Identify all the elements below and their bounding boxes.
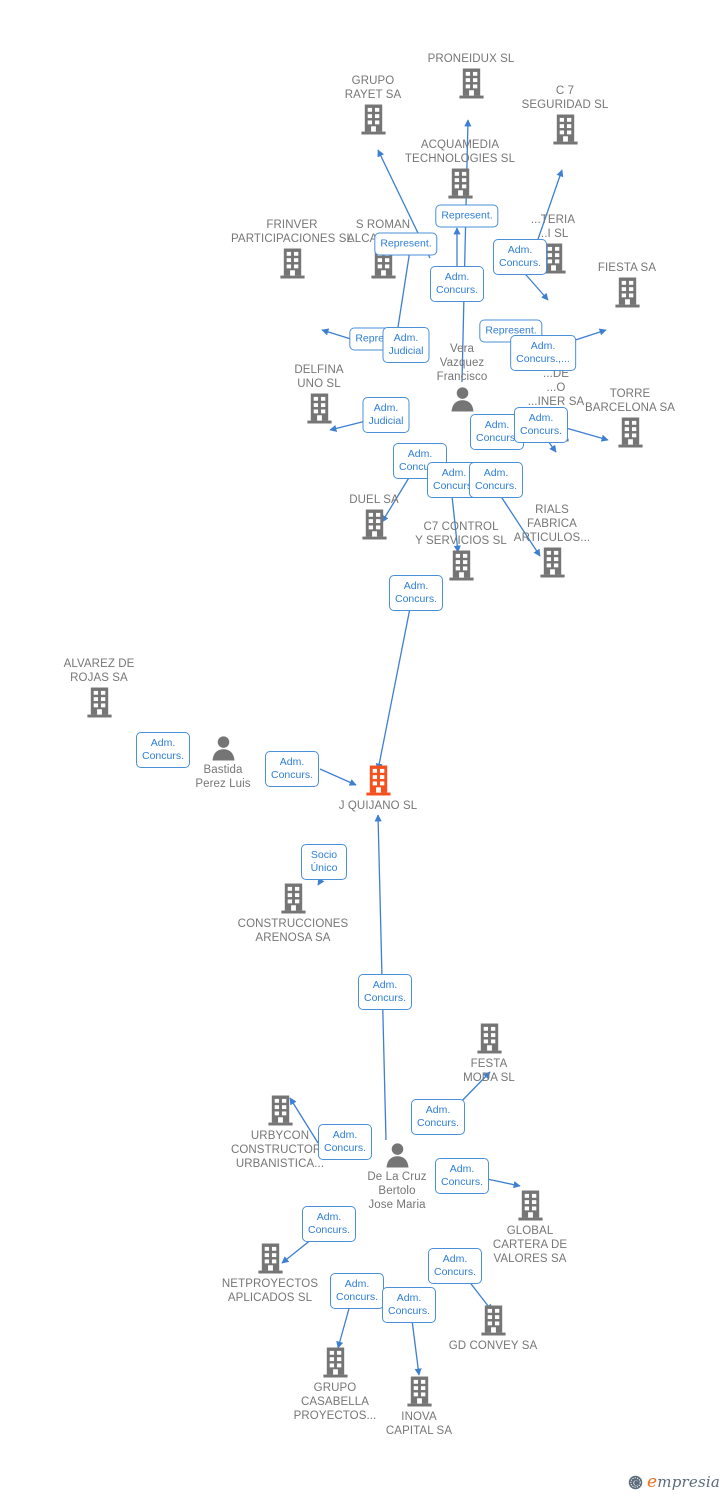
node-label: FIESTA SA <box>597 262 657 274</box>
relation-label-chip[interactable]: Adm. Concurs. <box>301 1206 357 1242</box>
relation-label-chip[interactable]: Adm. Concurs. <box>357 974 413 1010</box>
building-icon <box>218 882 368 915</box>
company-node[interactable]: RIALS FABRICA ARTICULOS... <box>477 503 627 579</box>
building-icon <box>298 103 448 136</box>
relationship-edge <box>375 597 413 771</box>
relation-label-chip[interactable]: Adm. Concurs.,... <box>510 335 576 371</box>
relation-label-chip[interactable]: Adm. Concurs. <box>329 1273 385 1309</box>
node-label: INOVA CAPITAL SA <box>385 1411 453 1437</box>
empresia-watermark: C empresia <box>628 1472 720 1492</box>
relation-label-chip[interactable]: Adm. Judicial <box>362 397 410 433</box>
building-icon <box>385 167 535 200</box>
relation-label-chip[interactable]: Adm. Concurs. <box>434 1158 490 1194</box>
node-label: PRONEIDUX SL <box>427 53 515 65</box>
company-node[interactable]: CONSTRUCCIONES ARENOSA SA <box>218 882 368 945</box>
svg-text:C: C <box>633 1479 638 1487</box>
relation-label-chip[interactable]: Adm. Concurs. <box>381 1287 437 1323</box>
relation-label-chip[interactable]: Adm. Concurs. <box>317 1124 373 1160</box>
node-label: DELFINA UNO SL <box>294 364 344 390</box>
relation-label-chip[interactable]: Adm. Concurs. <box>468 462 524 498</box>
copyright-circle-icon: C <box>628 1475 643 1490</box>
company-node[interactable]: ACQUAMEDIA TECHNOLOGIES SL <box>385 138 535 200</box>
relation-label-chip[interactable]: Adm. Concurs. <box>388 575 444 611</box>
relationship-edge <box>486 1178 521 1189</box>
relation-label-chip[interactable]: Adm. Concurs. <box>492 239 548 275</box>
node-label: ALVAREZ DE ROJAS SA <box>63 658 135 684</box>
building-icon <box>477 546 627 579</box>
company-node[interactable]: C 7 SEGURIDAD SL <box>490 84 640 146</box>
company-node[interactable]: FIESTA SA <box>552 261 702 309</box>
building-icon <box>418 1304 568 1337</box>
watermark-label: empresia <box>647 1472 720 1492</box>
focus-building-icon <box>303 764 453 797</box>
node-label: RIALS FABRICA ARTICULOS... <box>513 504 591 544</box>
node-label: ...TERIA ...I SL <box>530 214 576 240</box>
node-label: FESTA MODA SL <box>463 1058 515 1084</box>
watermark-initial: e <box>647 1472 658 1492</box>
node-label: GRUPO RAYET SA <box>344 75 402 101</box>
company-node[interactable]: FESTA MODA SL <box>414 1022 564 1085</box>
company-node[interactable]: GD CONVEY SA <box>418 1304 568 1353</box>
company-node[interactable]: ALVAREZ DE ROJAS SA <box>24 657 174 719</box>
node-label: CONSTRUCCIONES ARENOSA SA <box>237 918 349 944</box>
relation-label-chip[interactable]: Adm. Concurs. <box>427 1248 483 1284</box>
building-icon <box>555 416 705 449</box>
relation-label-chip[interactable]: Adm. Concurs. <box>135 732 191 768</box>
node-label: J QUIJANO SL <box>338 800 418 812</box>
relationship-graph-canvas[interactable]: PRONEIDUX SL GRUPO RAYET SA C 7 SEGURIDAD … <box>0 0 728 1500</box>
company-node[interactable]: TORRE BARCELONA SA <box>555 387 705 449</box>
building-icon <box>344 1375 494 1408</box>
relation-label-chip[interactable]: Adm. Concurs. <box>264 751 320 787</box>
node-label: C 7 SEGURIDAD SL <box>521 85 609 111</box>
company-node[interactable]: NETPROYECTOS APLICADOS SL <box>195 1242 345 1305</box>
company-node[interactable]: GRUPO RAYET SA <box>298 74 448 136</box>
relation-label-chip[interactable]: Represent. <box>374 232 438 256</box>
relation-label-chip[interactable]: Adm. Concurs. <box>513 407 569 443</box>
building-icon <box>205 1094 355 1127</box>
building-icon <box>195 1242 345 1275</box>
node-label: GD CONVEY SA <box>448 1340 538 1352</box>
relation-label-chip[interactable]: Socio Único <box>301 844 347 880</box>
node-label: ACQUAMEDIA TECHNOLOGIES SL <box>404 139 516 165</box>
relation-label-chip[interactable]: Represent. <box>435 204 499 228</box>
relation-label-chip[interactable]: Adm. Judicial <box>382 327 430 363</box>
relationship-edge <box>336 1304 351 1349</box>
building-icon <box>552 276 702 309</box>
building-icon <box>24 686 174 719</box>
relation-label-chip[interactable]: Adm. Concurs. <box>429 266 485 302</box>
relation-label-chip[interactable]: Adm. Concurs. <box>410 1099 466 1135</box>
node-label: TORRE BARCELONA SA <box>584 388 676 414</box>
company-node[interactable]: INOVA CAPITAL SA <box>344 1375 494 1438</box>
node-label: NETPROYECTOS APLICADOS SL <box>221 1278 319 1304</box>
company-node[interactable]: J QUIJANO SL <box>303 764 453 813</box>
building-icon <box>414 1022 564 1055</box>
watermark-word: mpresia <box>657 1473 720 1491</box>
